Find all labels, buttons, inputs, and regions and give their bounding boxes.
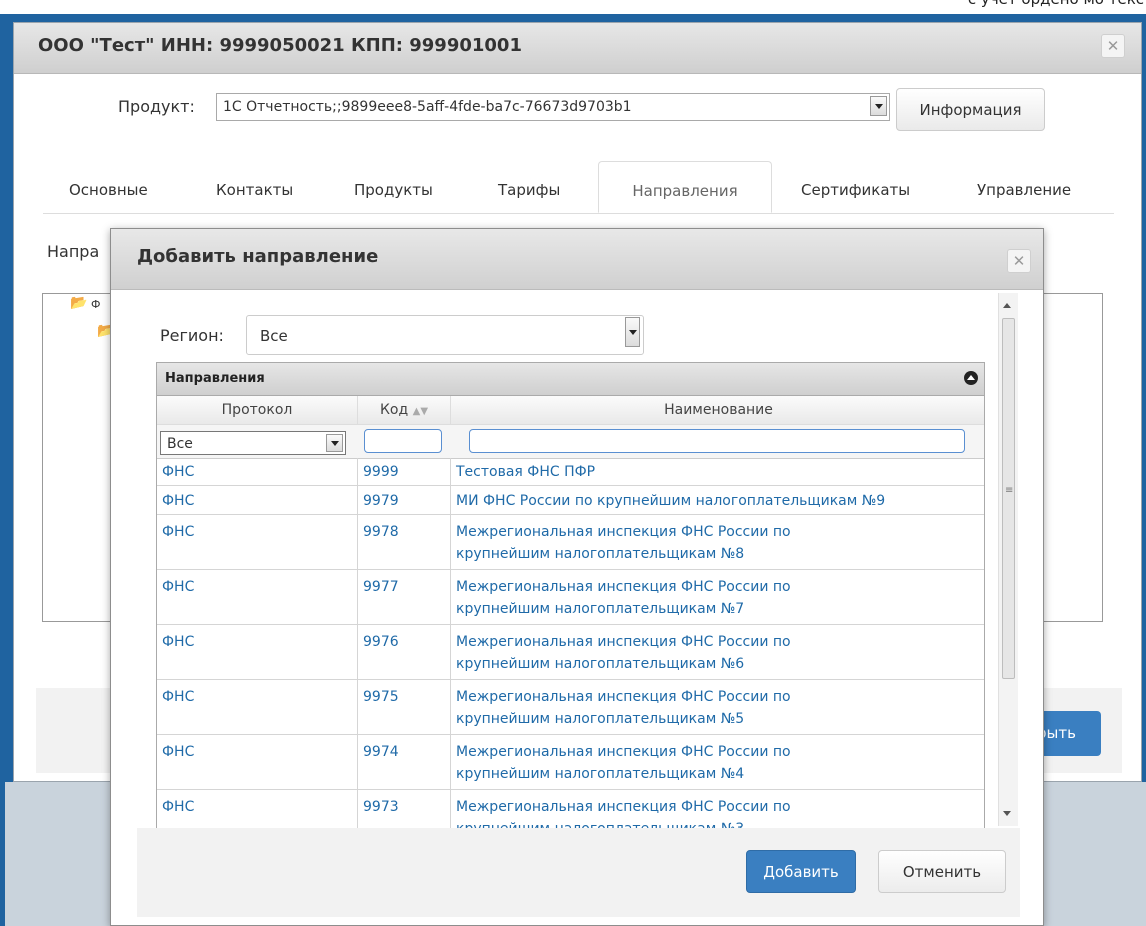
table-row[interactable]: ФНС 9974 Межрегиональная инспекция ФНС Р… bbox=[157, 735, 984, 790]
cell-code[interactable]: 9974 bbox=[358, 735, 451, 789]
code-filter-input[interactable] bbox=[364, 429, 442, 453]
cell-name[interactable]: МИ ФНС России по крупнейшим налогоплател… bbox=[451, 486, 984, 514]
column-header-label: Код bbox=[379, 402, 409, 418]
dialog-scrollbar[interactable]: ≡ bbox=[998, 293, 1018, 826]
protocol-filter-select[interactable]: Все bbox=[160, 431, 346, 455]
cell-code[interactable]: 9973 bbox=[358, 790, 451, 828]
add-direction-dialog: Добавить направление ✕ ≡ Регион: Все Нап… bbox=[110, 228, 1044, 926]
tab-directions[interactable]: Направления bbox=[598, 161, 772, 213]
tab-management[interactable]: Управление bbox=[977, 161, 1071, 213]
cell-protocol[interactable]: ФНС bbox=[157, 790, 358, 828]
add-button[interactable]: Добавить bbox=[746, 850, 856, 893]
name-filter-input[interactable] bbox=[469, 429, 965, 453]
cell-protocol[interactable]: ФНС bbox=[157, 486, 358, 514]
dropdown-arrow-icon[interactable] bbox=[625, 317, 640, 347]
table-row[interactable]: ФНС 9999 Тестовая ФНС ПФР bbox=[157, 458, 984, 486]
cancel-button[interactable]: Отменить bbox=[878, 850, 1006, 893]
product-select[interactable]: 1С Отчетность;;9899eee8-5aff-4fde-ba7c-7… bbox=[216, 93, 890, 121]
table-row[interactable]: ФНС 9978 Межрегиональная инспекция ФНС Р… bbox=[157, 515, 984, 570]
column-header-label: Наименование bbox=[664, 402, 773, 418]
cell-code[interactable]: 9976 bbox=[358, 625, 451, 679]
column-header-protocol[interactable]: Протокол bbox=[157, 396, 358, 425]
product-label: Продукт: bbox=[118, 97, 195, 116]
close-window-button[interactable]: рыть bbox=[1037, 711, 1101, 756]
scroll-up-icon[interactable] bbox=[1003, 303, 1011, 308]
tab-main[interactable]: Основные bbox=[69, 161, 148, 213]
dialog-header: Добавить направление ✕ bbox=[111, 229, 1043, 290]
product-select-value: 1С Отчетность;;9899eee8-5aff-4fde-ba7c-7… bbox=[223, 99, 632, 115]
cell-name[interactable]: Межрегиональная инспекция ФНС России по … bbox=[451, 680, 984, 734]
cell-code[interactable]: 9979 bbox=[358, 486, 451, 514]
cell-name[interactable]: Тестовая ФНС ПФР bbox=[451, 458, 984, 485]
cell-protocol[interactable]: ФНС bbox=[157, 570, 358, 624]
tab-tariffs[interactable]: Тарифы bbox=[498, 161, 560, 213]
cell-name[interactable]: Межрегиональная инспекция ФНС России по … bbox=[451, 735, 984, 789]
tab-products[interactable]: Продукты bbox=[354, 161, 433, 213]
region-label: Регион: bbox=[160, 326, 224, 345]
table-row[interactable]: ФНС 9977 Межрегиональная инспекция ФНС Р… bbox=[157, 570, 984, 625]
cell-protocol[interactable]: ФНС bbox=[157, 625, 358, 679]
top-strip: с учет ордено мо текс bbox=[0, 0, 1146, 14]
cell-name[interactable]: Межрегиональная инспекция ФНС России по … bbox=[451, 570, 984, 624]
cell-name[interactable]: Межрегиональная инспекция ФНС России по … bbox=[451, 790, 984, 828]
folder-open-icon[interactable]: 📂 bbox=[70, 295, 87, 311]
column-header-label: Протокол bbox=[221, 402, 293, 418]
dialog-title: Добавить направление bbox=[137, 246, 379, 267]
close-icon[interactable]: ✕ bbox=[1007, 249, 1031, 273]
table-row[interactable]: ФНС 9979 МИ ФНС России по крупнейшим нал… bbox=[157, 486, 984, 515]
info-button[interactable]: Информация bbox=[896, 88, 1045, 131]
cell-name[interactable]: Межрегиональная инспекция ФНС России по … bbox=[451, 625, 984, 679]
table-row[interactable]: ФНС 9976 Межрегиональная инспекция ФНС Р… bbox=[157, 625, 984, 680]
dropdown-arrow-icon[interactable] bbox=[326, 434, 343, 452]
filter-row: Все bbox=[157, 425, 984, 459]
region-select[interactable]: Все bbox=[246, 315, 644, 355]
tab-contacts[interactable]: Контакты bbox=[216, 161, 293, 213]
dropdown-arrow-icon[interactable] bbox=[870, 96, 887, 116]
cell-name[interactable]: Межрегиональная инспекция ФНС России по … bbox=[451, 515, 984, 569]
table-row[interactable]: ФНС 9973 Межрегиональная инспекция ФНС Р… bbox=[157, 790, 984, 828]
directions-section-label: Напра bbox=[47, 242, 100, 261]
scrollbar-thumb[interactable]: ≡ bbox=[1002, 318, 1015, 679]
cell-code[interactable]: 9977 bbox=[358, 570, 451, 624]
cell-code[interactable]: 9975 bbox=[358, 680, 451, 734]
column-header-name[interactable]: Наименование bbox=[451, 396, 984, 425]
column-header-code[interactable]: Код ▲▼ bbox=[358, 396, 451, 425]
sort-icon: ▲▼ bbox=[412, 406, 429, 417]
collapse-icon[interactable] bbox=[964, 371, 978, 385]
cell-protocol[interactable]: ФНС bbox=[157, 680, 358, 734]
dialog-footer: Добавить Отменить bbox=[137, 828, 1020, 917]
grid-caption-label: Направления bbox=[165, 371, 265, 386]
tab-certificates[interactable]: Сертификаты bbox=[801, 161, 910, 213]
directions-grid: Направления Протокол Код ▲▼ Наименование… bbox=[156, 362, 985, 829]
cell-protocol[interactable]: ФНС bbox=[157, 458, 358, 485]
top-strip-text: с учет ордено мо текс bbox=[968, 0, 1144, 8]
cell-protocol[interactable]: ФНС bbox=[157, 515, 358, 569]
scroll-down-icon[interactable] bbox=[1003, 811, 1011, 816]
tab-bar: Основные Контакты Продукты Тарифы Направ… bbox=[43, 161, 1114, 214]
scroll-grip-icon: ≡ bbox=[1005, 485, 1014, 496]
grid-caption: Направления bbox=[157, 363, 984, 396]
cell-protocol[interactable]: ФНС bbox=[157, 735, 358, 789]
cell-code[interactable]: 9999 bbox=[358, 458, 451, 485]
protocol-filter-value: Все bbox=[167, 436, 193, 452]
window-title: ООО "Тест" ИНН: 9999050021 КПП: 99990100… bbox=[38, 35, 522, 56]
table-row[interactable]: ФНС 9975 Межрегиональная инспекция ФНС Р… bbox=[157, 680, 984, 735]
region-select-value: Все bbox=[260, 327, 288, 345]
grid-rows: ФНС 9999 Тестовая ФНС ПФР ФНС 9979 МИ ФН… bbox=[157, 458, 984, 828]
close-icon[interactable]: ✕ bbox=[1101, 34, 1125, 58]
cell-code[interactable]: 9978 bbox=[358, 515, 451, 569]
tree-item-label[interactable]: Ф bbox=[91, 298, 100, 311]
window-header: ООО "Тест" ИНН: 9999050021 КПП: 99990100… bbox=[14, 23, 1141, 74]
